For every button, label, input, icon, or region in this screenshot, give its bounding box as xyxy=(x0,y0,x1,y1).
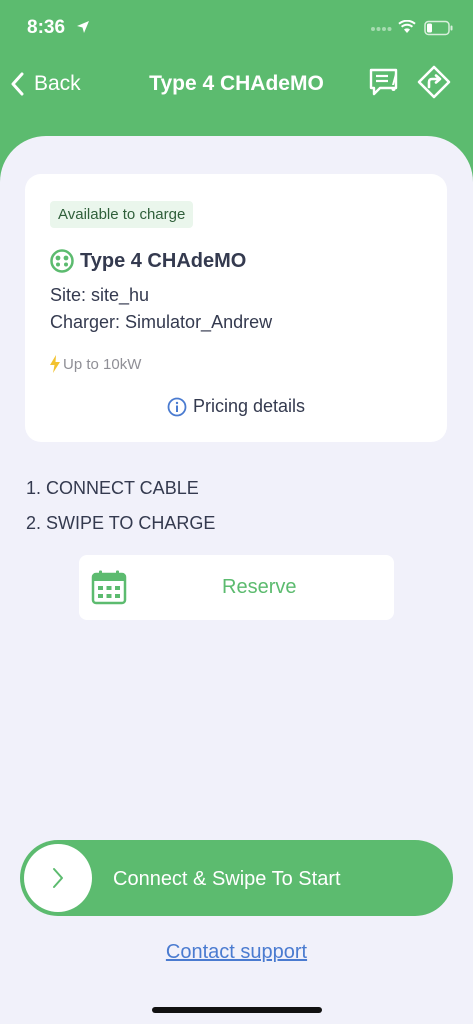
back-button[interactable]: Back xyxy=(10,68,81,100)
directions-icon[interactable] xyxy=(416,64,452,100)
connector-title: Type 4 CHAdeMO xyxy=(80,249,247,272)
power-label: Up to 10kW xyxy=(63,355,142,373)
content-sheet: Available to charge Type 4 CHAdeMO Site:… xyxy=(0,136,473,1024)
charger-label: Charger: Simulator_Andrew xyxy=(50,312,273,332)
reserve-label: Reserve xyxy=(222,576,297,598)
home-indicator xyxy=(152,1007,322,1013)
status-time: 8:36 xyxy=(27,17,66,38)
chevron-right-icon xyxy=(53,868,63,888)
chademo-connector-icon xyxy=(50,249,74,273)
nav-bar: Back Type 4 CHAdeMO xyxy=(0,60,473,108)
swipe-to-start-slider[interactable]: Connect & Swipe To Start xyxy=(20,840,453,916)
status-bar: 8:36 xyxy=(0,0,473,56)
instruction-step: 1. CONNECT CABLE xyxy=(26,478,199,498)
signal-dots-icon xyxy=(371,27,392,31)
battery-icon xyxy=(424,20,453,36)
slider-handle[interactable] xyxy=(24,844,92,912)
wifi-icon xyxy=(398,20,416,33)
power-info: Up to 10kW xyxy=(49,355,141,373)
connector-heading: Type 4 CHAdeMO xyxy=(50,249,246,273)
location-arrow-icon xyxy=(77,21,89,33)
pricing-details-label: Pricing details xyxy=(192,396,306,416)
swipe-label: Connect & Swipe To Start xyxy=(113,868,341,890)
instructions-list: 1. CONNECT CABLE 2. SWIPE TO CHARGE xyxy=(26,471,215,541)
contact-support-link[interactable]: Contact support xyxy=(0,941,473,964)
instruction-step: 2. SWIPE TO CHARGE xyxy=(26,513,216,533)
bolt-icon xyxy=(50,355,60,373)
report-icon[interactable] xyxy=(368,66,404,102)
site-label: Site: site_hu xyxy=(50,285,150,305)
info-icon xyxy=(167,397,187,416)
back-label: Back xyxy=(34,72,81,95)
pricing-details-link[interactable]: Pricing details xyxy=(25,396,447,417)
calendar-icon xyxy=(91,570,127,605)
status-badge: Available to charge xyxy=(50,201,194,228)
back-chevron-icon xyxy=(11,72,24,96)
connector-card: Available to charge Type 4 CHAdeMO Site:… xyxy=(25,174,447,442)
reserve-button[interactable]: Reserve xyxy=(79,555,394,620)
